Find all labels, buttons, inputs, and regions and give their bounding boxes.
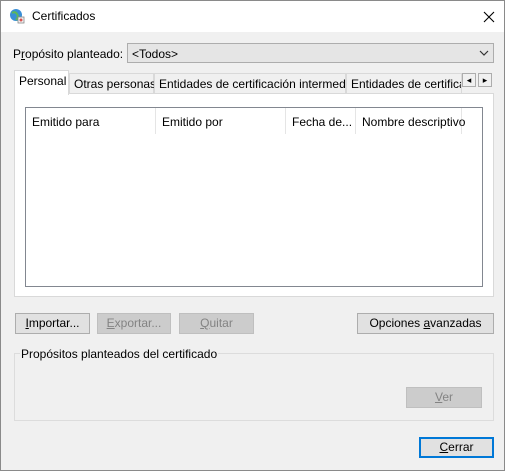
import-button[interactable]: Importar...: [15, 313, 90, 334]
tab-scroll-right-button[interactable]: ▸: [478, 73, 492, 87]
view-button[interactable]: Ver: [406, 387, 482, 408]
tab-trusted-root-ca[interactable]: Entidades de certificaci: [346, 73, 462, 93]
tab-strip: Personal Otras personas Entidades de cer…: [14, 70, 494, 95]
tab-other-people[interactable]: Otras personas: [69, 73, 156, 93]
purpose-dropdown[interactable]: <Todos>: [127, 43, 494, 63]
tab-scroll-left-icon: ◂: [466, 74, 472, 85]
title-bar: Certificados: [1, 1, 504, 32]
window-title: Certificados: [32, 9, 96, 23]
advanced-options-button[interactable]: Opciones avanzadas: [357, 313, 494, 334]
column-header-issued-to[interactable]: Emitido para: [26, 108, 156, 134]
close-icon: [483, 11, 495, 22]
purpose-label: Propósito planteado:: [13, 47, 124, 61]
close-window-button[interactable]: [474, 1, 504, 32]
tab-panel: Emitido para Emitido por Fecha de... Nom…: [14, 93, 494, 297]
certificate-list[interactable]: Emitido para Emitido por Fecha de... Nom…: [25, 107, 483, 287]
tab-intermediate-ca[interactable]: Entidades de certificación intermedias: [154, 73, 361, 93]
purpose-dropdown-value: <Todos>: [132, 47, 179, 61]
column-header-friendly-name[interactable]: Nombre descriptivo: [356, 108, 465, 134]
certificate-globe-icon: [10, 9, 25, 24]
chevron-down-icon: [479, 50, 489, 56]
certificates-dialog: Certificados Propósito planteado: <Todos…: [0, 0, 505, 471]
export-button[interactable]: Exportar...: [97, 313, 171, 334]
tab-personal[interactable]: Personal: [14, 70, 69, 95]
tab-scroll-left-button[interactable]: ◂: [462, 73, 476, 87]
column-header-issued-by[interactable]: Emitido por: [156, 108, 286, 134]
column-header-expiration[interactable]: Fecha de...: [286, 108, 356, 134]
remove-button[interactable]: Quitar: [179, 313, 254, 334]
close-button[interactable]: Cerrar: [419, 437, 494, 458]
tab-scroll-right-icon: ▸: [482, 74, 488, 85]
certificate-purposes-title: Propósitos planteados del certificado: [20, 347, 219, 361]
